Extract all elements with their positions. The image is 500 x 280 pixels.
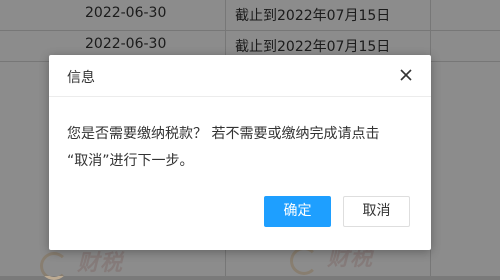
dialog-message-line: “取消”进行下一步。 (67, 153, 194, 169)
info-dialog: 信息 您是否需要缴纳税款？ 若不需要或缴纳完成请点击 “取消”进行下一步。 确定… (49, 55, 431, 250)
dialog-message: 您是否需要缴纳税款？ 若不需要或缴纳完成请点击 “取消”进行下一步。 (67, 121, 417, 175)
close-icon[interactable] (397, 66, 415, 84)
dialog-header: 信息 (49, 55, 431, 97)
cancel-button[interactable]: 取消 (343, 196, 410, 227)
dialog-title: 信息 (67, 70, 95, 86)
dialog-message-line: 您是否需要缴纳税款？ 若不需要或缴纳完成请点击 (67, 126, 380, 142)
confirm-button[interactable]: 确定 (264, 196, 331, 227)
